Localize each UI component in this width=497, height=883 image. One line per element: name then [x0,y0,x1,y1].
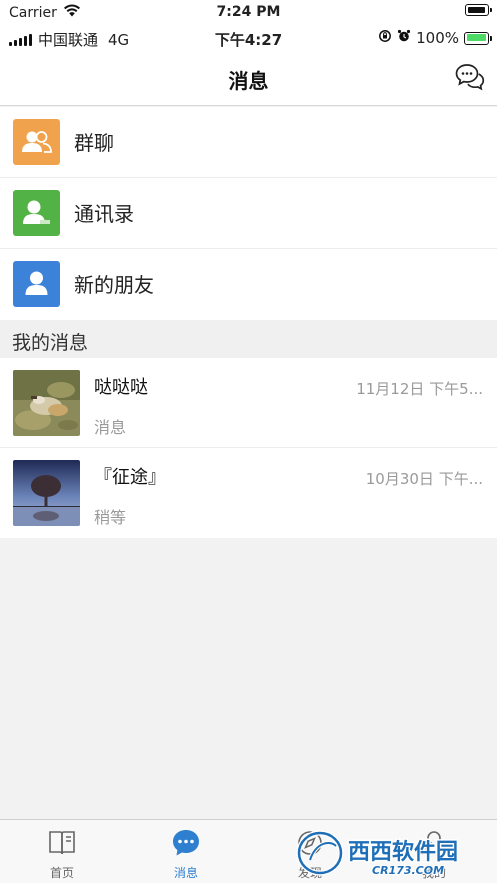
menu-list: 群聊 通讯录 新的朋友 [0,107,497,320]
avatar [13,460,80,526]
alarm-icon [397,29,411,47]
message-bubble-icon [171,828,201,858]
book-icon [47,828,77,858]
tab-label: 消息 [173,866,198,880]
new-friend-icon [13,261,60,307]
battery-icon [465,4,492,16]
conversation-name: 『征途』 [94,467,166,488]
menu-item-label: 群聊 [74,131,114,155]
conversation-time: 10月30日 下午... [365,470,483,488]
charging-battery-icon [464,31,492,45]
group-chat-icon [13,119,60,165]
conversation-name: 哒哒哒 [94,377,148,398]
svg-text:西西软件园: 西西软件园 [348,839,458,865]
svg-text:CR173.COM: CR173.COM [372,864,444,877]
avatar [13,370,80,436]
conversation-preview: 消息 [94,418,127,437]
battery-percent: 100% [416,29,459,47]
rotation-lock-icon [378,29,392,47]
menu-item-label: 新的朋友 [74,273,154,297]
watermark-logo: 西西软件园 CR173.COM [296,828,486,878]
menu-item-label: 通讯录 [74,202,134,226]
page-title: 消息 [228,69,269,93]
status-time: 7:24 PM [216,4,281,20]
section-header: 我的消息 [0,320,497,358]
tab-home[interactable]: 首页 [0,820,124,883]
chat-bubbles-icon[interactable] [455,63,485,91]
menu-item-contacts[interactable]: 通讯录 [0,178,497,249]
section-title: 我的消息 [12,332,89,354]
tab-label: 首页 [49,866,74,880]
nav-bar: 消息 [0,50,497,106]
status-bar-carrier: 中国联通 4G 下午4:27 100% [0,24,497,50]
status-bar-top: Carrier 7:24 PM [0,0,497,24]
menu-item-new-friends[interactable]: 新的朋友 [0,249,497,320]
conversation-list: 哒哒哒 11月12日 下午5... 消息 『征途』 10月30日 下午... 稍… [0,358,497,538]
menu-item-group-chat[interactable]: 群聊 [0,107,497,178]
contacts-icon [13,190,60,236]
tab-messages[interactable]: 消息 [124,820,248,883]
conversation-time: 11月12日 下午5... [356,380,483,398]
conversation-preview: 稍等 [94,508,127,527]
conversation-row[interactable]: 哒哒哒 11月12日 下午5... 消息 [0,358,497,448]
conversation-row[interactable]: 『征途』 10月30日 下午... 稍等 [0,448,497,538]
